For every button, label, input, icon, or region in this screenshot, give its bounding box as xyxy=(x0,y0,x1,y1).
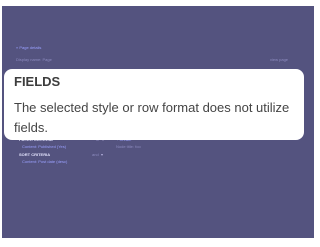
filter-node-title: Node title: foo xyxy=(116,144,141,149)
fields-callout: FIELDS The selected style or row format … xyxy=(4,69,304,140)
callout-title: FIELDS xyxy=(14,74,61,89)
breadcrumb-link[interactable]: « Page details xyxy=(16,45,41,50)
filter-published-link[interactable]: Content: Published (Yes) xyxy=(22,144,66,149)
sort-and-label: and xyxy=(92,152,99,157)
chevron-down-icon xyxy=(100,153,103,156)
view-page-link[interactable]: view page xyxy=(270,57,288,62)
dimmed-background: « Page details Display name: Page view p… xyxy=(2,6,314,238)
sort-and-toggle[interactable]: and xyxy=(92,152,103,157)
sort-post-date-link[interactable]: Content: Post date (desc) xyxy=(22,159,67,164)
sort-criteria-heading: SORT CRITERIA xyxy=(19,152,51,157)
display-name-label: Display name: Page xyxy=(16,57,52,62)
callout-message: The selected style or row format does no… xyxy=(14,100,290,135)
